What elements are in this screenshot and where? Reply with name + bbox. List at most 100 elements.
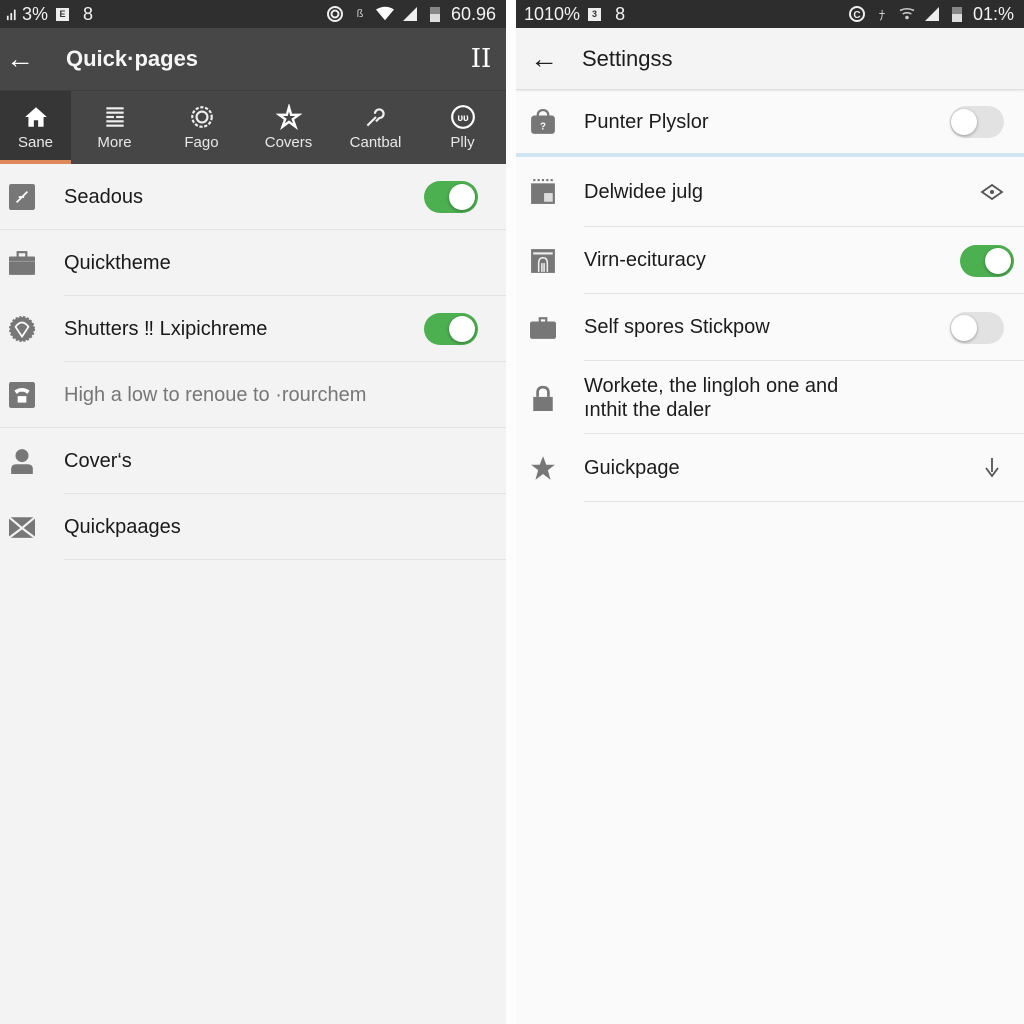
tab-label: Covers	[264, 134, 313, 151]
eye-icon[interactable]	[980, 180, 1004, 204]
person-icon	[11, 449, 33, 474]
tab-sane[interactable]: Sane	[0, 91, 71, 164]
bluetooth-icon: ß	[356, 8, 364, 20]
list-item[interactable]: Self spores Stickpow	[516, 294, 1024, 361]
notification-count: 8	[615, 3, 626, 24]
wifi-icon	[898, 5, 916, 23]
tab-more[interactable]: More	[71, 91, 158, 164]
bag-icon: ?	[531, 109, 555, 134]
tab-label: More	[97, 134, 132, 151]
item-label: Virn-ecituracy	[584, 249, 706, 271]
settings-screen: 1010% 3 8 C ﾅ 01:% ← Settingss ? Punter …	[516, 0, 1024, 1024]
clock: 60.96	[450, 3, 496, 24]
tab-label: Cantbal	[349, 134, 402, 151]
menu-button[interactable]: II	[456, 44, 506, 74]
item-label: Shutters ‼ Lxipichreme	[64, 317, 268, 340]
punter-plyslor-toggle[interactable]	[950, 106, 1004, 138]
download-icon[interactable]	[980, 456, 1004, 480]
sync-icon	[326, 5, 344, 23]
notification-icon: 3	[588, 7, 602, 21]
list-item[interactable]: Delwidee julg	[516, 157, 1024, 227]
quick-pages-screen: 3% E 8 ß 60.96 ← Quick·pages II Sane Mor…	[0, 0, 506, 1024]
tab-label: Fago	[184, 134, 219, 151]
item-label-line1: Workete, the lingloh one and	[584, 374, 839, 397]
virn-ecituracy-toggle[interactable]	[960, 244, 1014, 277]
item-label: Cover‘s	[64, 449, 132, 472]
circle-logo-icon: ᴜᴜ	[450, 105, 475, 129]
self-spores-toggle[interactable]	[950, 311, 1004, 344]
list-item[interactable]: Workete, the lingloh one and ınthit the …	[516, 361, 1024, 434]
battery-icon	[426, 5, 444, 23]
tab-cantbal[interactable]: Cantbal	[332, 91, 419, 164]
cell-signal-icon	[401, 5, 419, 23]
svg-text:C: C	[853, 10, 860, 21]
tab-label: Plly	[450, 134, 475, 151]
status-bar: 3% E 8 ß 60.96	[0, 0, 506, 28]
battery-percent: 1010%	[524, 3, 581, 24]
svg-text:?: ?	[540, 122, 546, 133]
list-item[interactable]: Quicktheme	[0, 230, 506, 296]
tab-plly[interactable]: ᴜᴜ Plly	[419, 91, 506, 164]
seadous-toggle[interactable]	[424, 181, 478, 213]
divider	[584, 501, 1024, 502]
quick-pages-list: Seadous Quicktheme Shutters ‼ Lxipichrem…	[0, 164, 506, 560]
shutters-toggle[interactable]	[424, 313, 478, 345]
app-bar: ← Settingss	[516, 28, 1024, 90]
item-label: Delwidee julg	[584, 180, 703, 203]
list-item[interactable]: Shutters ‼ Lxipichreme	[0, 296, 506, 362]
accessibility-icon: ﾅ	[878, 7, 886, 23]
item-label: Self spores Stickpow	[584, 316, 770, 338]
tool-icon	[366, 108, 385, 127]
fingerprint-icon	[531, 248, 555, 273]
briefcase-icon	[9, 251, 35, 275]
list-icon	[105, 107, 124, 127]
cell-signal-icon	[923, 5, 941, 23]
item-label: High a low to renoue to ·rourchem	[64, 383, 367, 406]
back-button[interactable]: ←	[516, 43, 582, 75]
star-icon	[531, 456, 555, 480]
screen-gap	[506, 0, 516, 1024]
tab-fago[interactable]: Fago	[158, 91, 245, 164]
list-item[interactable]: Cover‘s	[0, 428, 506, 494]
settings-list: ? Punter Plyslor Delwidee julg Virn-ecit…	[516, 90, 1024, 502]
tab-covers[interactable]: Covers	[245, 91, 332, 164]
home-icon	[24, 107, 47, 127]
gear-icon	[190, 106, 213, 128]
page-title: Settingss	[582, 45, 673, 71]
wifi-icon	[375, 5, 394, 23]
tab-bar: Sane More Fago Covers Cantbal ᴜᴜ Plly	[0, 90, 506, 164]
app-bar: ← Quick·pages II	[0, 28, 506, 90]
mail-icon	[9, 516, 35, 539]
list-item[interactable]: Quickpaages	[0, 494, 506, 560]
battery-icon	[948, 5, 966, 23]
back-button[interactable]: ←	[0, 43, 60, 75]
badge-icon	[9, 316, 35, 342]
battery-percent: 3%	[22, 3, 49, 24]
divider	[64, 559, 506, 560]
signal-icon	[4, 5, 22, 23]
briefcase-icon	[530, 316, 556, 339]
calendar-icon	[531, 179, 555, 204]
notification-count: 8	[83, 3, 94, 24]
list-item[interactable]: ? Punter Plyslor	[516, 90, 1024, 154]
list-item[interactable]: Virn-ecituracy	[516, 227, 1024, 294]
svg-text:ᴜᴜ: ᴜᴜ	[457, 113, 469, 124]
item-label: Workete, the lingloh one and ınthit the …	[584, 374, 1024, 422]
tab-label: Sane	[17, 134, 54, 151]
star-icon	[275, 104, 302, 130]
item-label: Punter Plyslor	[584, 110, 709, 133]
phone-icon	[9, 382, 35, 408]
lock-icon	[533, 385, 553, 411]
item-label-line2: ınthit the daler	[584, 398, 711, 421]
item-label: Quickpaages	[64, 515, 181, 538]
list-item[interactable]: Seadous	[0, 164, 506, 230]
page-title: Quick·pages	[66, 46, 199, 71]
item-label: Guickpage	[584, 456, 680, 479]
pen-icon	[9, 184, 35, 210]
status-bar: 1010% 3 8 C ﾅ 01:%	[516, 0, 1024, 28]
copyright-sync-icon: C	[848, 5, 866, 23]
list-item[interactable]: Guickpage	[516, 434, 1024, 502]
list-item[interactable]: High a low to renoue to ·rourchem	[0, 362, 506, 428]
item-label: Seadous	[64, 185, 143, 208]
item-label: Quicktheme	[64, 251, 171, 274]
